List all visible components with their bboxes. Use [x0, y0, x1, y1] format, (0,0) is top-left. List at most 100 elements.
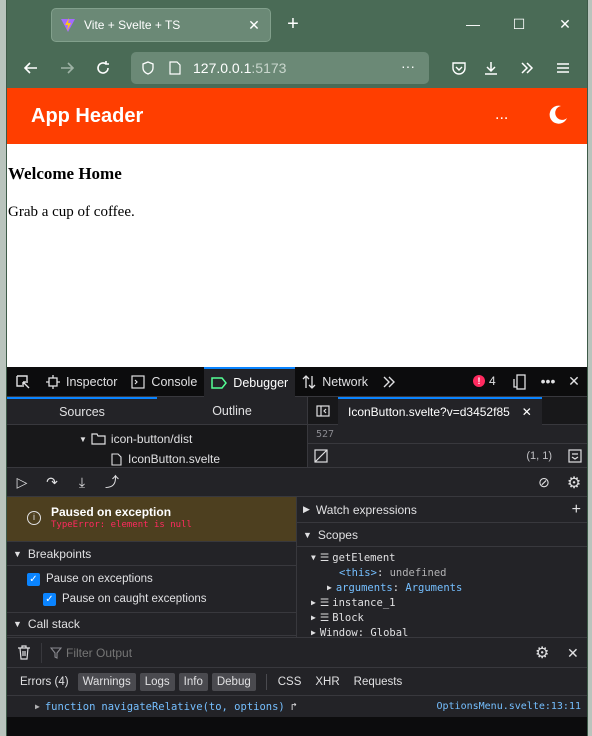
filter-css-button[interactable]: CSS — [273, 673, 307, 691]
scope-name: instance_1 — [332, 596, 396, 609]
paused-message: TypeError: element is null — [51, 520, 192, 530]
chevron-right-icon: ▶ — [35, 702, 40, 711]
watch-expressions-header[interactable]: ▶ Watch expressions + — [297, 497, 587, 523]
app-menu-dots[interactable]: ... — [495, 106, 508, 124]
devtools-menu-icon[interactable]: ••• — [539, 373, 557, 389]
tab-sources[interactable]: Sources — [7, 397, 157, 424]
tab-network-label: Network — [322, 374, 369, 389]
tab-close-icon[interactable]: ✕ — [246, 17, 262, 33]
editor-tab[interactable]: IconButton.svelte?v=d3452f85 ✕ — [338, 396, 542, 425]
debugger-toolbar: ▷ ↷ ⤓ ⤴ ⊘ ⚙ — [7, 467, 587, 497]
double-chevron-icon — [383, 376, 396, 387]
breakpoints-header[interactable]: ▼ Breakpoints — [7, 542, 296, 566]
step-out-icon[interactable]: ⤴ — [97, 472, 127, 492]
console-icon — [131, 374, 146, 389]
pretty-print-icon[interactable] — [568, 448, 582, 463]
inspector-icon — [46, 374, 60, 389]
close-window-button[interactable]: ✕ — [553, 12, 577, 36]
scope-row[interactable]: ▶ ☰ Block — [297, 610, 587, 625]
close-split-console-icon[interactable]: ✕ — [567, 645, 579, 662]
console-input-area[interactable] — [7, 717, 587, 736]
editor-footer: (1, 1) — [308, 443, 587, 467]
scope-row[interactable]: ▼ ☰ getElement — [297, 550, 587, 565]
tree-file-row[interactable]: IconButton.svelte — [7, 449, 307, 469]
close-devtools-icon[interactable]: ✕ — [565, 373, 583, 390]
call-stack-header[interactable]: ▼ Call stack — [7, 612, 296, 636]
watch-expressions-label: Watch expressions — [315, 502, 417, 517]
forward-button[interactable] — [53, 54, 81, 82]
moon-icon[interactable] — [547, 104, 569, 126]
reload-icon — [97, 61, 109, 74]
tab-console-label: Console — [151, 374, 198, 389]
checkbox-checked-icon[interactable]: ✓ — [27, 572, 40, 586]
checkbox-checked-icon[interactable]: ✓ — [43, 592, 56, 606]
new-tab-button[interactable]: + — [283, 14, 303, 34]
element-picker-button[interactable] — [7, 367, 39, 397]
scope-list-icon: ☰ — [319, 596, 330, 609]
step-in-icon[interactable]: ⤓ — [67, 474, 97, 491]
line-number: 527 — [315, 429, 334, 440]
responsive-design-icon[interactable] — [513, 374, 527, 390]
tree-file-label: IconButton.svelte — [128, 452, 221, 466]
scopes-header[interactable]: ▼ Scopes — [297, 523, 587, 547]
scope-row[interactable]: ▶ Window: Global — [297, 625, 587, 638]
toggle-sidebar-icon[interactable] — [316, 404, 330, 417]
error-count-badge[interactable]: ! 4 — [473, 374, 496, 388]
maximize-button[interactable]: ☐ — [507, 12, 531, 36]
filter-errors-button[interactable]: Errors (4) — [15, 673, 74, 691]
app-menu-button[interactable] — [549, 54, 577, 82]
forward-arrow-icon — [61, 62, 75, 74]
tab-console[interactable]: Console — [124, 367, 204, 397]
url-bar[interactable]: 127.0.0.1:5173 ··· — [131, 52, 429, 84]
page-actions-button[interactable]: ··· — [401, 58, 415, 74]
url-text: 127.0.0.1:5173 — [193, 60, 287, 76]
pause-on-exceptions-row[interactable]: ✓ Pause on exceptions — [7, 569, 296, 589]
editor-tab-close-icon[interactable]: ✕ — [522, 405, 532, 419]
pause-on-caught-label: Pause on caught exceptions — [62, 593, 207, 605]
console-message[interactable]: ▶ function navigateRelative (to, options… — [7, 695, 587, 717]
trash-icon[interactable] — [17, 645, 31, 660]
more-tools-button[interactable] — [375, 367, 403, 397]
pocket-button[interactable] — [445, 54, 473, 82]
filter-info-button[interactable]: Info — [178, 672, 208, 691]
overflow-menu-button[interactable] — [513, 54, 541, 82]
message-function-name: navigateRelative — [101, 700, 203, 713]
error-icon: ! — [473, 375, 485, 387]
minimize-button[interactable]: — — [461, 12, 485, 36]
filter-warnings-button[interactable]: Warnings — [77, 672, 136, 691]
reload-button[interactable] — [89, 54, 117, 82]
tree-folder-row[interactable]: ▼ icon-button/dist — [7, 429, 307, 449]
page-viewport: App Header ... Welcome Home Grab a cup o… — [7, 88, 587, 367]
scope-row[interactable]: ▶ arguments: Arguments — [297, 580, 587, 595]
cursor-position: (1, 1) — [526, 449, 552, 462]
chevron-down-icon: ▼ — [79, 434, 87, 444]
console-settings-gear-icon[interactable]: ⚙ — [535, 643, 549, 663]
browser-tab[interactable]: Vite + Svelte + TS ✕ — [51, 8, 271, 42]
filter-logs-button[interactable]: Logs — [139, 672, 175, 691]
breakpoints-label: Breakpoints — [27, 546, 92, 561]
tab-inspector[interactable]: Inspector — [39, 367, 124, 397]
add-watch-icon[interactable]: + — [572, 501, 581, 519]
message-source-link[interactable]: OptionsMenu.svelte:13:11 — [437, 701, 582, 712]
filter-debug-button[interactable]: Debug — [211, 672, 256, 691]
blackbox-icon[interactable] — [314, 448, 328, 463]
tab-debugger[interactable]: Debugger — [204, 366, 296, 397]
filter-xhr-button[interactable]: XHR — [310, 673, 344, 691]
resume-icon[interactable]: ▷ — [7, 474, 37, 491]
back-button[interactable] — [17, 54, 45, 82]
debugger-settings-gear-icon[interactable]: ⚙ — [559, 473, 587, 493]
step-over-icon[interactable]: ↷ — [37, 474, 67, 491]
scope-value: undefined — [389, 566, 447, 579]
deactivate-breakpoints-icon[interactable]: ⊘ — [529, 474, 559, 491]
scope-row: <this>: undefined — [339, 566, 447, 579]
scope-row[interactable]: ▶ ☰ instance_1 — [297, 595, 587, 610]
filter-requests-button[interactable]: Requests — [349, 673, 408, 691]
tab-outline[interactable]: Outline — [157, 397, 307, 424]
pause-on-caught-row[interactable]: ✓ Pause on caught exceptions — [7, 589, 296, 609]
scope-key: arguments — [335, 581, 393, 594]
browser-window: Vite + Svelte + TS ✕ + — ☐ ✕ 127.0.0.1:5… — [6, 0, 588, 736]
downloads-button[interactable] — [477, 54, 505, 82]
tab-network[interactable]: Network — [295, 367, 375, 397]
jump-to-definition-icon[interactable]: ↱ — [291, 701, 297, 713]
filter-output-input[interactable] — [66, 645, 486, 660]
